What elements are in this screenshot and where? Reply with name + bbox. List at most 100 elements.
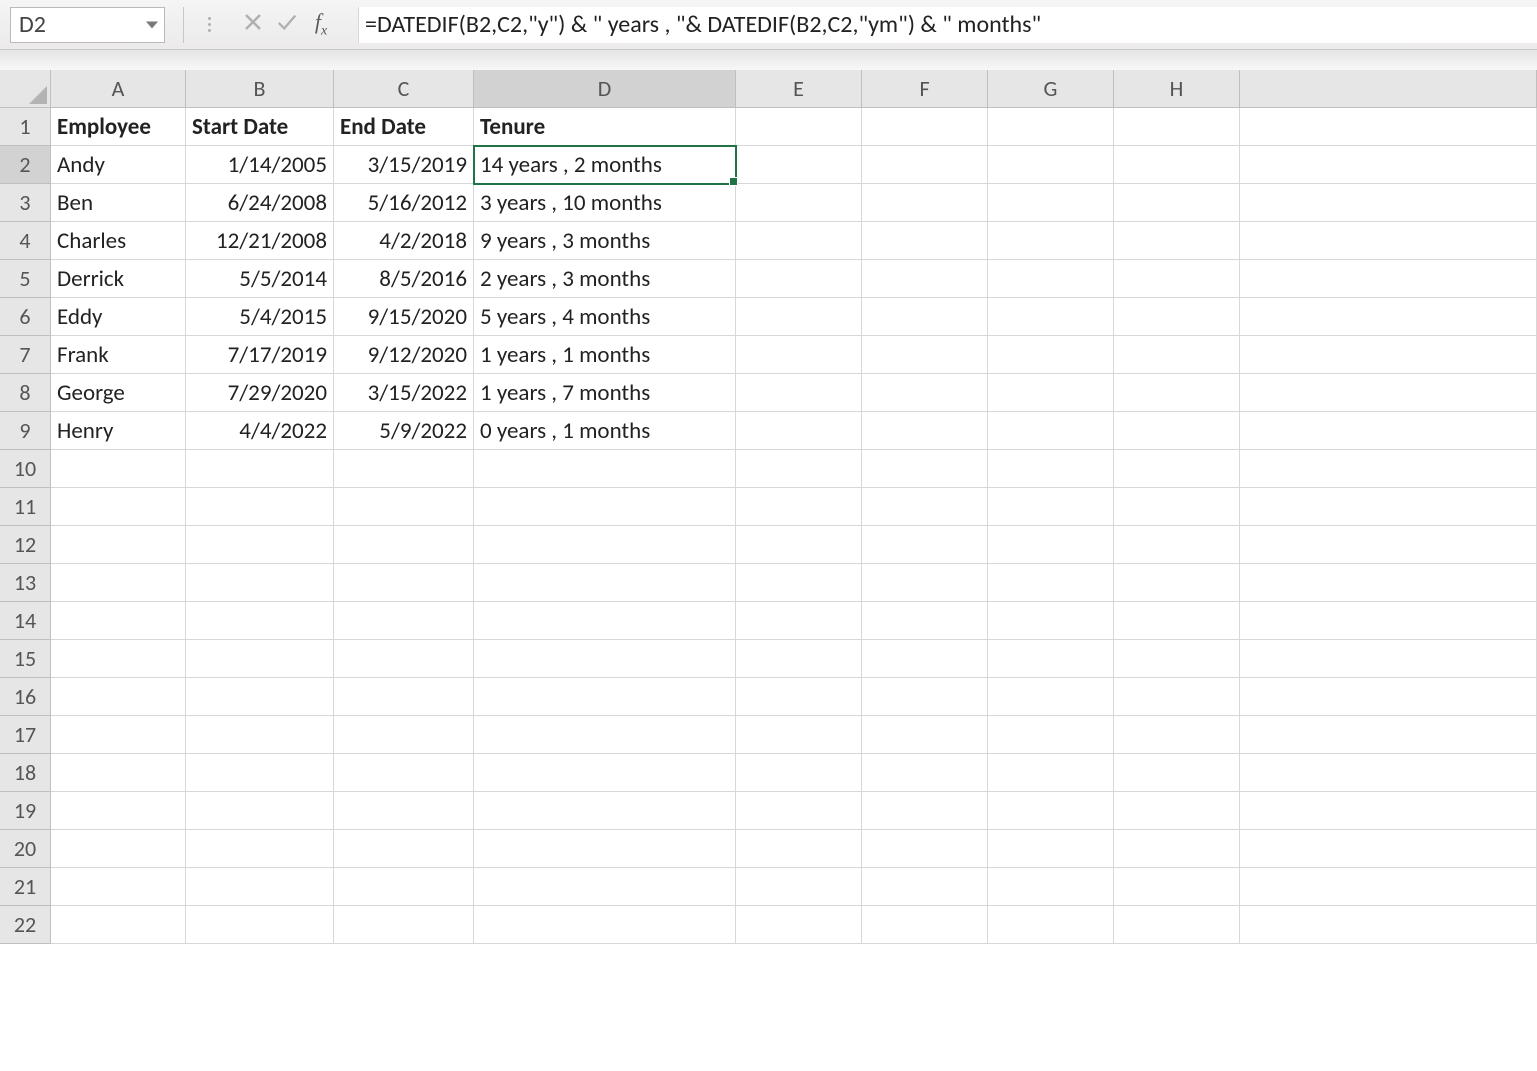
column-header-D[interactable]: D	[474, 70, 736, 108]
cell-H4[interactable]	[1114, 222, 1240, 260]
cell-undefined7[interactable]	[1240, 336, 1537, 374]
chevron-down-icon[interactable]	[146, 21, 158, 28]
cell-F6[interactable]	[862, 298, 988, 336]
cell-undefined12[interactable]	[1240, 526, 1537, 564]
cell-F18[interactable]	[862, 754, 988, 792]
cell-G4[interactable]	[988, 222, 1114, 260]
row-header-22[interactable]: 22	[0, 906, 51, 944]
cell-undefined15[interactable]	[1240, 640, 1537, 678]
cell-D17[interactable]	[474, 716, 736, 754]
cell-F5[interactable]	[862, 260, 988, 298]
cell-B18[interactable]	[186, 754, 334, 792]
cell-A3[interactable]: Ben	[51, 184, 186, 222]
cell-undefined11[interactable]	[1240, 488, 1537, 526]
spreadsheet-grid[interactable]: ABCDEFGH1EmployeeStart DateEnd DateTenur…	[0, 70, 1537, 944]
cell-B7[interactable]: 7/17/2019	[186, 336, 334, 374]
cell-undefined8[interactable]	[1240, 374, 1537, 412]
cell-D21[interactable]	[474, 868, 736, 906]
cell-E4[interactable]	[736, 222, 862, 260]
cell-undefined2[interactable]	[1240, 146, 1537, 184]
cell-C14[interactable]	[334, 602, 474, 640]
cell-A19[interactable]	[51, 792, 186, 830]
cell-G6[interactable]	[988, 298, 1114, 336]
cell-G2[interactable]	[988, 146, 1114, 184]
cell-undefined10[interactable]	[1240, 450, 1537, 488]
cell-undefined16[interactable]	[1240, 678, 1537, 716]
cell-A9[interactable]: Henry	[51, 412, 186, 450]
cell-C9[interactable]: 5/9/2022	[334, 412, 474, 450]
cell-F13[interactable]	[862, 564, 988, 602]
cell-G20[interactable]	[988, 830, 1114, 868]
cell-G21[interactable]	[988, 868, 1114, 906]
cell-H14[interactable]	[1114, 602, 1240, 640]
cell-D3[interactable]: 3 years , 10 months	[474, 184, 736, 222]
cancel-icon[interactable]	[236, 11, 270, 38]
cell-F22[interactable]	[862, 906, 988, 944]
cell-E16[interactable]	[736, 678, 862, 716]
cell-G15[interactable]	[988, 640, 1114, 678]
cell-F14[interactable]	[862, 602, 988, 640]
cell-A1[interactable]: Employee	[51, 108, 186, 146]
row-header-12[interactable]: 12	[0, 526, 51, 564]
cell-B5[interactable]: 5/5/2014	[186, 260, 334, 298]
cell-C20[interactable]	[334, 830, 474, 868]
cell-B16[interactable]	[186, 678, 334, 716]
cell-E19[interactable]	[736, 792, 862, 830]
cell-H16[interactable]	[1114, 678, 1240, 716]
cell-A12[interactable]	[51, 526, 186, 564]
cell-D2[interactable]: 14 years , 2 months	[474, 146, 736, 184]
cell-G16[interactable]	[988, 678, 1114, 716]
select-all-corner[interactable]	[0, 70, 51, 108]
column-header-G[interactable]: G	[988, 70, 1114, 108]
cell-D8[interactable]: 1 years , 7 months	[474, 374, 736, 412]
column-header-F[interactable]: F	[862, 70, 988, 108]
cell-A6[interactable]: Eddy	[51, 298, 186, 336]
cell-E15[interactable]	[736, 640, 862, 678]
cell-A20[interactable]	[51, 830, 186, 868]
cell-undefined13[interactable]	[1240, 564, 1537, 602]
cell-B2[interactable]: 1/14/2005	[186, 146, 334, 184]
cell-E7[interactable]	[736, 336, 862, 374]
cell-A18[interactable]	[51, 754, 186, 792]
cell-F1[interactable]	[862, 108, 988, 146]
cell-B6[interactable]: 5/4/2015	[186, 298, 334, 336]
cell-B10[interactable]	[186, 450, 334, 488]
cell-B15[interactable]	[186, 640, 334, 678]
column-header-H[interactable]: H	[1114, 70, 1240, 108]
cell-C16[interactable]	[334, 678, 474, 716]
cell-A16[interactable]	[51, 678, 186, 716]
cell-B21[interactable]	[186, 868, 334, 906]
cell-undefined5[interactable]	[1240, 260, 1537, 298]
cell-undefined4[interactable]	[1240, 222, 1537, 260]
cell-C10[interactable]	[334, 450, 474, 488]
cell-G5[interactable]	[988, 260, 1114, 298]
cell-F3[interactable]	[862, 184, 988, 222]
cell-B9[interactable]: 4/4/2022	[186, 412, 334, 450]
cell-F15[interactable]	[862, 640, 988, 678]
cell-D14[interactable]	[474, 602, 736, 640]
cell-F9[interactable]	[862, 412, 988, 450]
cell-H19[interactable]	[1114, 792, 1240, 830]
cell-G7[interactable]	[988, 336, 1114, 374]
cell-A4[interactable]: Charles	[51, 222, 186, 260]
cell-E6[interactable]	[736, 298, 862, 336]
row-header-1[interactable]: 1	[0, 108, 51, 146]
cell-F19[interactable]	[862, 792, 988, 830]
cell-E9[interactable]	[736, 412, 862, 450]
cell-H2[interactable]	[1114, 146, 1240, 184]
cell-C6[interactable]: 9/15/2020	[334, 298, 474, 336]
fx-icon[interactable]: fx	[304, 9, 338, 39]
cell-undefined18[interactable]	[1240, 754, 1537, 792]
cell-C12[interactable]	[334, 526, 474, 564]
cell-G12[interactable]	[988, 526, 1114, 564]
cell-H20[interactable]	[1114, 830, 1240, 868]
cell-undefined21[interactable]	[1240, 868, 1537, 906]
cell-D19[interactable]	[474, 792, 736, 830]
cell-C1[interactable]: End Date	[334, 108, 474, 146]
cell-C21[interactable]	[334, 868, 474, 906]
row-header-8[interactable]: 8	[0, 374, 51, 412]
column-header-B[interactable]: B	[186, 70, 334, 108]
cell-B20[interactable]	[186, 830, 334, 868]
row-header-18[interactable]: 18	[0, 754, 51, 792]
cell-B11[interactable]	[186, 488, 334, 526]
